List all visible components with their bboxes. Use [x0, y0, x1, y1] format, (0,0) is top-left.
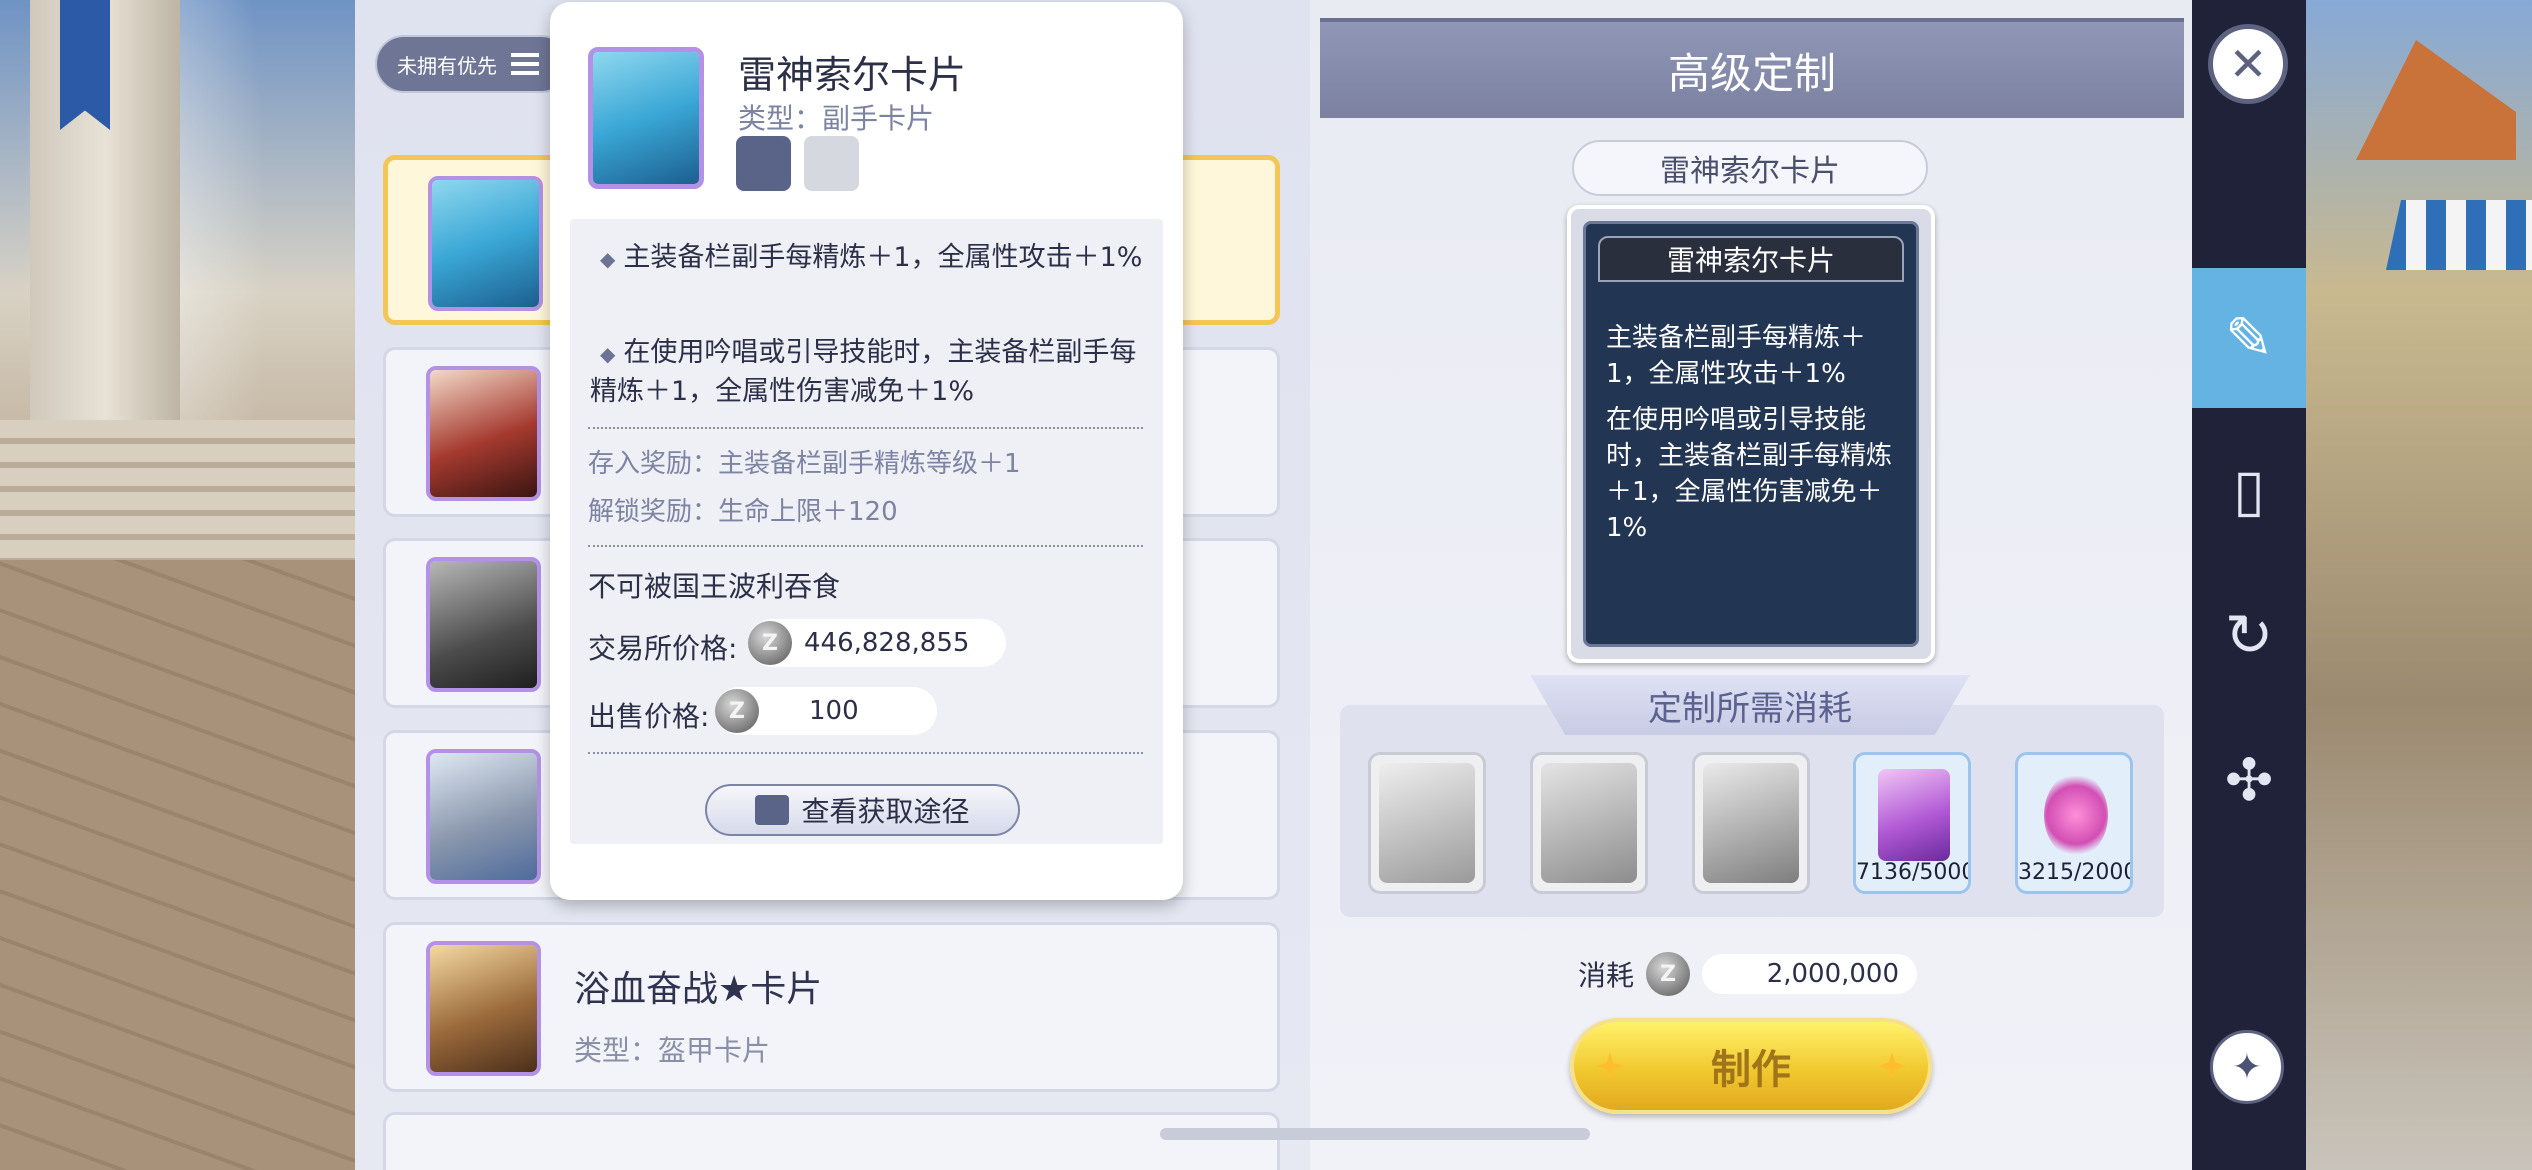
- search-card-icon: [755, 795, 790, 825]
- card-type: 类型：盔甲卡片: [574, 1034, 771, 1067]
- card-name-tag: 雷神索尔卡片: [1572, 140, 1928, 196]
- house-roof: [2356, 40, 2516, 160]
- tab-card-recycle[interactable]: ↻: [2192, 565, 2306, 705]
- card-face-effect-2: 在使用吟唱或引导技能时，主装备栏副手每精炼＋1，全属性伤害减免＋1%: [1606, 405, 1893, 543]
- panel-title: 高级定制: [1320, 18, 2184, 118]
- popup-body: ◆ 主装备栏副手每精炼＋1，全属性攻击＋1% ◆ 在使用吟唱或引导技能时，主装备栏副…: [570, 219, 1163, 844]
- knight-card-icon: [1541, 763, 1637, 883]
- exchange-price-pill: Z 446,828,855: [748, 619, 1006, 667]
- eagle-card-icon: [1379, 763, 1475, 883]
- zeny-coin-icon: Z: [748, 621, 792, 665]
- material-quantity: 7136/5000: [1856, 860, 1971, 885]
- popup-card-title: 雷神索尔卡片: [738, 53, 967, 97]
- card-name: 浴血奋战★卡片: [574, 969, 823, 1010]
- effect-line: ◆ 主装备栏副手每精炼＋1，全属性攻击＋1%: [600, 242, 1143, 273]
- card-preview: 雷神索尔卡片 主装备栏副手每精炼＋1，全属性攻击＋1% 在使用吟唱或引导技能时，…: [1567, 205, 1935, 663]
- make-button[interactable]: 制作: [1570, 1018, 1932, 1114]
- network-icon: ✣: [2224, 746, 2274, 814]
- diamond-bullet-icon: ◆: [600, 247, 616, 271]
- home-indicator: [1160, 1128, 1590, 1140]
- card-recycle-icon: ↻: [2224, 601, 2274, 669]
- card-thumbnail: [426, 557, 541, 692]
- purple-crystal-icon: [1878, 769, 1950, 861]
- card-thumbnail: [428, 176, 543, 311]
- card-row[interactable]: 浴血奋战★卡片 类型：盔甲卡片: [383, 922, 1280, 1092]
- zeny-coin-icon: Z: [715, 689, 759, 733]
- close-button[interactable]: ✕: [2208, 24, 2288, 104]
- divider: [588, 427, 1143, 429]
- make-button-label: 制作: [1711, 1047, 1791, 1093]
- filter-label: 未拥有优先: [397, 53, 497, 78]
- sell-price-value: 100: [809, 696, 859, 726]
- magic-wand-button[interactable]: ✦: [2210, 1030, 2284, 1104]
- card-face: 雷神索尔卡片 主装备栏副手每精炼＋1，全属性攻击＋1% 在使用吟唱或引导技能时，…: [1583, 221, 1919, 647]
- magic-wand-icon: ✦: [2231, 1046, 2263, 1088]
- consume-label: 消耗: [1578, 959, 1635, 992]
- material-quantity: 3215/2000: [2018, 860, 2133, 885]
- diamond-bullet-icon: ◆: [600, 342, 616, 366]
- goddess-card-icon: [1703, 763, 1799, 883]
- view-source-button[interactable]: 查看获取途径: [705, 784, 1020, 836]
- card-detail-popup: 雷神索尔卡片 类型：副手卡片 ◆ 主装备栏副手每精炼＋1，全属性攻击＋1% ◆ 在使…: [550, 2, 1183, 900]
- cost-title: 定制所需消耗: [1530, 675, 1970, 735]
- no-devour-note: 不可被国王波利吞食: [588, 570, 841, 603]
- card-preview-icon[interactable]: [736, 136, 791, 191]
- card-face-title: 雷神索尔卡片: [1598, 236, 1904, 282]
- zeny-coin-icon: Z: [1646, 952, 1691, 996]
- sell-price-pill: Z 100: [715, 687, 937, 735]
- view-source-label: 查看获取途径: [801, 795, 970, 828]
- card-deck-icon: ▯: [2233, 456, 2265, 524]
- sparkle-icon: [1596, 1052, 1624, 1080]
- deposit-reward: 存入奖励：主装备栏副手精炼等级＋1: [588, 449, 1021, 479]
- divider: [588, 545, 1143, 547]
- card-row[interactable]: [383, 1112, 1280, 1170]
- card-thumbnail: [426, 366, 541, 501]
- filter-button[interactable]: 未拥有优先: [375, 35, 570, 93]
- divider: [588, 752, 1143, 754]
- popup-card-type: 类型：副手卡片: [738, 102, 935, 135]
- material-slot[interactable]: [1368, 752, 1486, 894]
- blue-banner: [60, 0, 110, 130]
- exchange-price-value: 446,828,855: [804, 628, 970, 658]
- effect-line: ◆ 在使用吟唱或引导技能时，主装备栏副手每精炼＋1，全属性伤害减免＋1%: [590, 337, 1137, 407]
- card-thumbnail: [426, 941, 541, 1076]
- consume-row: 消耗 Z 2,000,000: [1578, 950, 1918, 998]
- list-icon: [511, 53, 539, 75]
- background-left-scene: [0, 0, 360, 1170]
- tab-card-craft[interactable]: ✎: [2192, 268, 2306, 408]
- tab-network[interactable]: ✣: [2192, 710, 2306, 850]
- striped-awning: [2386, 200, 2532, 270]
- card-craft-icon: ✎: [2224, 304, 2274, 372]
- cobblestone-floor: [0, 560, 360, 1170]
- pink-essence-icon: [2044, 773, 2108, 857]
- unlock-reward: 解锁奖励：生命上限＋120: [588, 497, 898, 527]
- consume-value: 2,000,000: [1702, 954, 1918, 994]
- tab-card-deck[interactable]: ▯: [2192, 420, 2306, 560]
- stone-stairs: [0, 420, 360, 580]
- popup-card-thumbnail: [588, 47, 704, 189]
- card-thumbnail: [426, 749, 541, 884]
- material-slot[interactable]: [1530, 752, 1648, 894]
- card-slot-icon[interactable]: [804, 136, 859, 191]
- sparkle-icon: [1878, 1052, 1906, 1080]
- material-slot[interactable]: 3215/2000: [2015, 752, 2133, 894]
- material-slot[interactable]: 7136/5000: [1853, 752, 1971, 894]
- card-face-effect-1: 主装备栏副手每精炼＋1，全属性攻击＋1%: [1606, 323, 1867, 389]
- exchange-price-label: 交易所价格:: [588, 632, 738, 665]
- material-slot[interactable]: [1692, 752, 1810, 894]
- background-right-scene: [2306, 0, 2532, 1170]
- sell-price-label: 出售价格:: [588, 700, 710, 733]
